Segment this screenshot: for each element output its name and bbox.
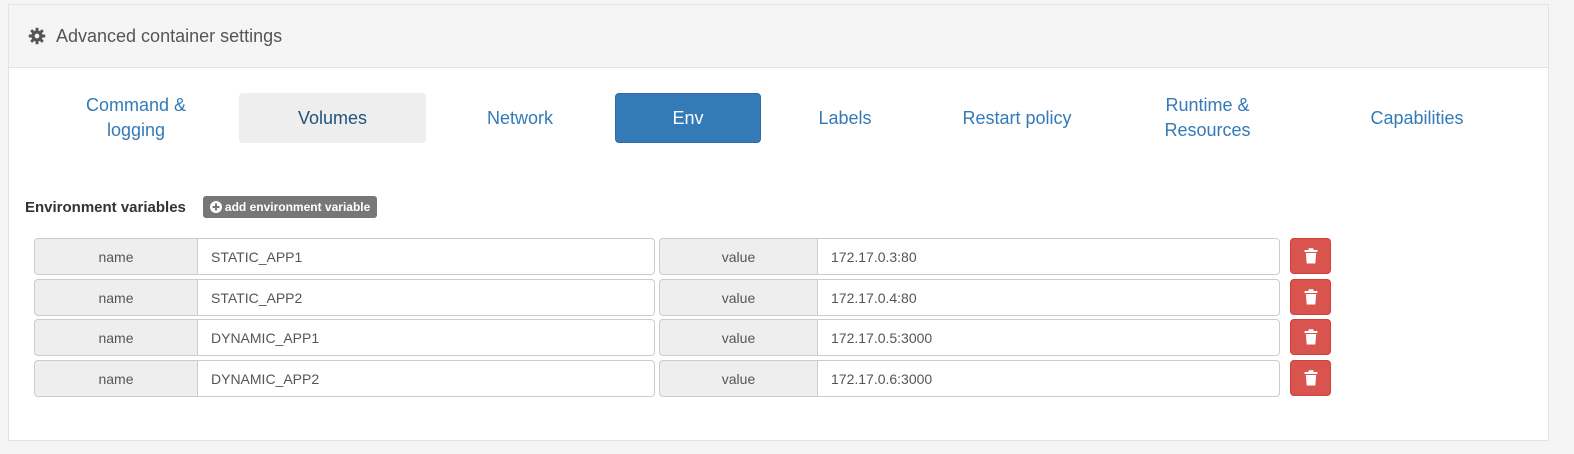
env-value-input[interactable]: 172.17.0.4:80 (817, 279, 1280, 316)
plus-circle-icon (209, 200, 222, 213)
env-name-group: name STATIC_APP2 (34, 279, 655, 316)
delete-variable-button[interactable] (1290, 279, 1331, 315)
env-value-input[interactable]: 172.17.0.3:80 (817, 238, 1280, 275)
value-addon: value (659, 238, 817, 275)
trash-icon (1304, 329, 1318, 345)
name-addon: name (34, 238, 197, 275)
env-variable-row: name DYNAMIC_APP1 value 172.17.0.5:3000 (25, 319, 1331, 357)
env-value-group: value 172.17.0.5:3000 (659, 319, 1280, 356)
env-section-label: Environment variables (25, 198, 186, 216)
env-value-group: value 172.17.0.3:80 (659, 238, 1280, 275)
panel-title: Advanced container settings (56, 25, 283, 46)
value-addon: value (659, 279, 817, 316)
env-value-input[interactable]: 172.17.0.6:3000 (817, 360, 1280, 397)
name-addon: name (34, 279, 197, 316)
add-environment-variable-button[interactable]: add environment variable (202, 196, 378, 218)
tab-runtime-resources[interactable]: Runtime & Resources (1139, 93, 1276, 143)
value-addon: value (659, 319, 817, 356)
trash-icon (1304, 248, 1318, 264)
panel-header: Advanced container settings (9, 5, 1548, 68)
tab-network[interactable]: Network (454, 93, 586, 143)
env-name-input[interactable]: DYNAMIC_APP2 (197, 360, 655, 397)
env-name-group: name STATIC_APP1 (34, 238, 655, 275)
delete-variable-button[interactable] (1290, 360, 1331, 396)
tab-volumes[interactable]: Volumes (239, 93, 426, 143)
value-addon: value (659, 360, 817, 397)
tab-capabilities[interactable]: Capabilities (1342, 93, 1492, 143)
env-value-input[interactable]: 172.17.0.5:3000 (817, 319, 1280, 356)
tab-command-logging[interactable]: Command & logging (66, 93, 206, 143)
gear-icon (28, 27, 46, 45)
trash-icon (1304, 370, 1318, 386)
delete-variable-button[interactable] (1290, 319, 1331, 355)
env-section-header: Environment variables add environment va… (25, 196, 378, 218)
env-name-input[interactable]: DYNAMIC_APP1 (197, 319, 655, 356)
tab-restart-policy[interactable]: Restart policy (929, 93, 1105, 143)
delete-variable-button[interactable] (1290, 238, 1331, 274)
env-value-group: value 172.17.0.4:80 (659, 279, 1280, 316)
tab-env[interactable]: Env (615, 93, 761, 143)
env-variable-row: name STATIC_APP1 value 172.17.0.3:80 (25, 238, 1331, 276)
trash-icon (1304, 289, 1318, 305)
name-addon: name (34, 360, 197, 397)
env-name-group: name DYNAMIC_APP1 (34, 319, 655, 356)
env-value-group: value 172.17.0.6:3000 (659, 360, 1280, 397)
tab-labels[interactable]: Labels (790, 93, 900, 143)
env-name-group: name DYNAMIC_APP2 (34, 360, 655, 397)
env-variable-row: name DYNAMIC_APP2 value 172.17.0.6:3000 (25, 360, 1331, 398)
settings-tabs: Command & logging Volumes Network Env La… (9, 93, 1548, 145)
env-variable-row: name STATIC_APP2 value 172.17.0.4:80 (25, 279, 1331, 317)
env-name-input[interactable]: STATIC_APP2 (197, 279, 655, 316)
add-environment-variable-label: add environment variable (224, 199, 371, 214)
env-name-input[interactable]: STATIC_APP1 (197, 238, 655, 275)
name-addon: name (34, 319, 197, 356)
